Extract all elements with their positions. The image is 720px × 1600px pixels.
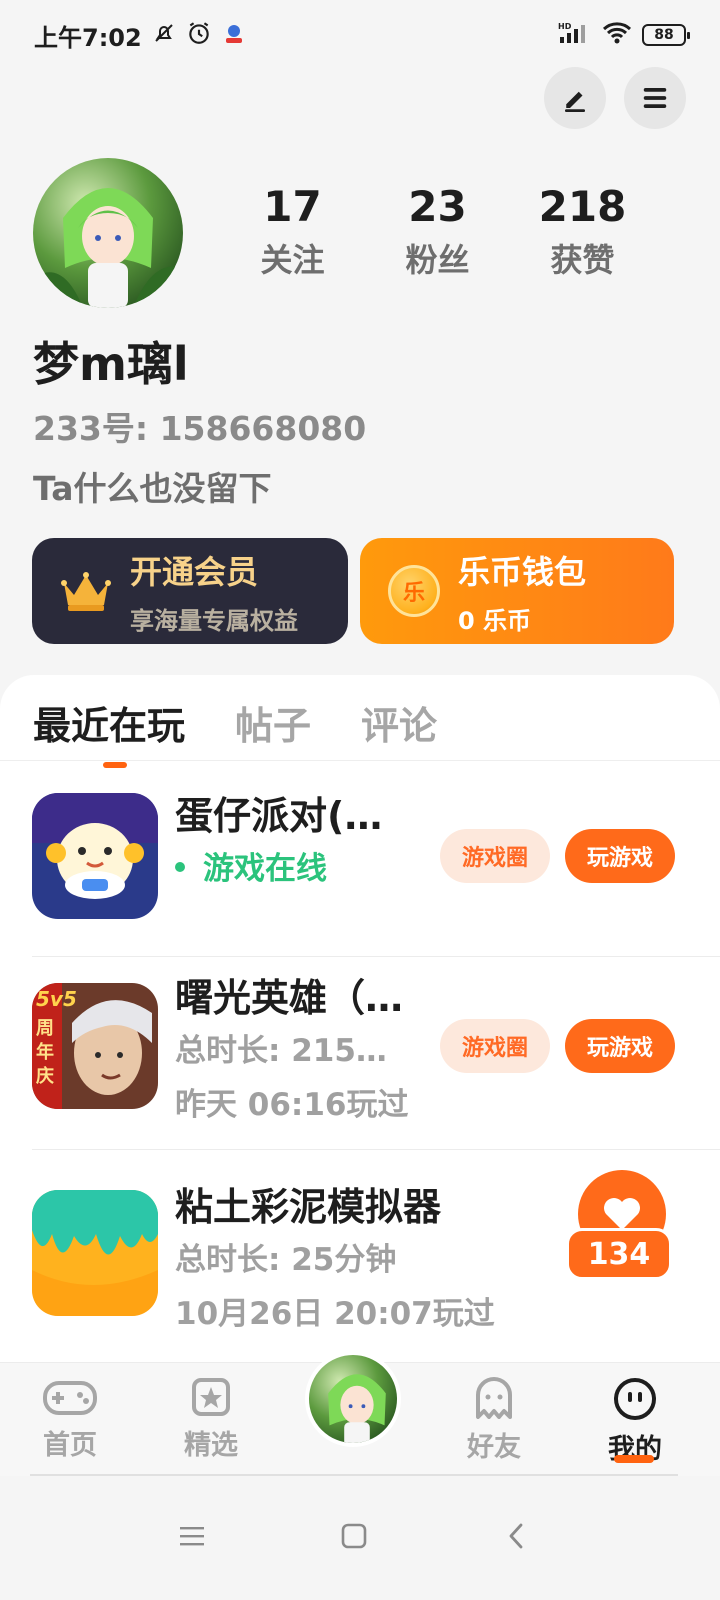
status-right: HD 88: [558, 21, 690, 50]
nav-divider: [30, 1474, 678, 1476]
wallet-card-balance: 0 乐币: [458, 606, 532, 635]
game-duration: 总时长: 215…: [175, 1033, 387, 1069]
vip-card-subtitle: 享海量专属权益: [130, 606, 298, 635]
menu-button[interactable]: [624, 67, 686, 129]
game-icon-banner-text: 周年庆: [36, 1018, 54, 1087]
game-icon-clay-simulator: [32, 1190, 158, 1316]
tab-posts-label: 帖子: [235, 704, 312, 748]
play-game-button[interactable]: 玩游戏: [565, 1019, 675, 1073]
face-icon: [614, 1378, 656, 1420]
nav-center-avatar[interactable]: [305, 1351, 401, 1447]
bottom-nav: 首页 精选 好友 我的: [0, 1351, 720, 1476]
stat-followers[interactable]: 23 粉丝: [365, 182, 510, 281]
ghost-icon: [476, 1377, 512, 1419]
menu-lines-icon: [180, 1527, 204, 1546]
battery-icon: 88: [642, 24, 690, 46]
alarm-icon: [186, 20, 212, 51]
mute-icon: [152, 21, 176, 50]
profile-account-id: 233号: 158668080: [33, 409, 367, 448]
game-title: 粘土彩泥模拟器: [175, 1185, 442, 1229]
game-icon-badge-text: 5v5: [36, 987, 77, 1011]
avatar-illustration: [33, 188, 183, 308]
game-last-played: 昨天 06:16玩过: [175, 1087, 409, 1123]
stat-likes[interactable]: 218 获赞: [510, 182, 655, 281]
stat-likes-label: 获赞: [550, 241, 615, 279]
game-title: 蛋仔派对(…: [175, 794, 383, 838]
stat-likes-count: 218: [538, 182, 627, 231]
star-icon: [192, 1378, 230, 1416]
system-menu-button[interactable]: [162, 1506, 222, 1566]
wallet-card[interactable]: 乐 乐币钱包 0 乐币: [360, 538, 674, 644]
status-left: 上午7:02: [34, 18, 246, 53]
system-nav-bar: [0, 1480, 720, 1600]
game-last-played: 10月26日 20:07玩过: [175, 1296, 495, 1332]
nav-home-label: 首页: [43, 1430, 97, 1461]
profile-nickname: 梦m璃l: [33, 337, 189, 391]
square-icon: [341, 1523, 367, 1549]
nav-featured-label: 精选: [184, 1430, 238, 1461]
tab-recently-played[interactable]: 最近在玩: [33, 695, 185, 768]
vip-card-text: 开通会员 享海量专属权益: [130, 547, 298, 636]
game-row[interactable]: 5v5 周年庆 曙光英雄（… 总时长: 215… 昨天 06:16玩过 游戏圈 …: [32, 943, 720, 1150]
top-actions: [544, 67, 686, 129]
nav-active-indicator: [614, 1455, 654, 1463]
play-game-button[interactable]: 玩游戏: [565, 829, 675, 883]
game-online-status: 游戏在线: [175, 843, 327, 888]
wifi-icon: [602, 21, 632, 50]
game-duration: 总时长: 25分钟: [175, 1242, 397, 1278]
system-back-button[interactable]: [486, 1506, 546, 1566]
game-icon-eggy-party: [32, 793, 158, 919]
tabs-divider: [0, 760, 720, 761]
game-circle-button[interactable]: 游戏圈: [440, 1019, 550, 1073]
profile-stats: 17 关注 23 粉丝 218 获赞: [220, 182, 655, 281]
vip-card-title: 开通会员: [130, 552, 259, 591]
nav-item-mine[interactable]: 我的: [580, 1377, 690, 1466]
coin-glyph: 乐: [388, 565, 440, 617]
pencil-icon: [565, 91, 585, 112]
avatar-illustration: [328, 1374, 386, 1443]
stat-following-label: 关注: [260, 241, 325, 279]
game-row[interactable]: 蛋仔派对(… 游戏在线 游戏圈 玩游戏: [32, 767, 720, 957]
signal-icon: HD: [558, 21, 592, 50]
nav-item-featured[interactable]: 精选: [156, 1377, 266, 1462]
profile-avatar[interactable]: [33, 158, 183, 308]
game-icon-dawn-heroes: 5v5 周年庆: [32, 983, 158, 1109]
crown-icon: [58, 563, 114, 619]
stat-following[interactable]: 17 关注: [220, 182, 365, 281]
stat-followers-count: 23: [408, 182, 467, 231]
content-sheet: 最近在玩 帖子 评论 蛋仔派对(… 游戏在线 游戏圈 玩游戏 5v5 周年庆 曙…: [0, 675, 720, 1375]
game-title: 曙光英雄（…: [175, 976, 404, 1020]
status-bar: 上午7:02 HD 88: [0, 0, 720, 70]
vip-membership-card[interactable]: 开通会员 享海量专属权益: [32, 538, 348, 644]
tab-posts[interactable]: 帖子: [235, 695, 311, 768]
chevron-left-icon: [509, 1523, 523, 1549]
tab-recently-played-label: 最近在玩: [33, 704, 186, 748]
wallet-card-text: 乐币钱包 0 乐币: [458, 547, 586, 636]
nav-item-home[interactable]: 首页: [15, 1377, 125, 1462]
stat-following-count: 17: [263, 182, 322, 231]
app-notification-icon: [222, 21, 246, 50]
menu-icon: [643, 88, 667, 108]
coin-icon: 乐: [386, 563, 442, 619]
profile-tabs: 最近在玩 帖子 评论: [33, 695, 437, 768]
like-count: 134: [566, 1228, 672, 1280]
status-time: 上午7:02: [34, 23, 142, 52]
online-dot-icon: [175, 861, 185, 872]
profile-bio: Ta什么也没留下: [33, 469, 272, 508]
game-circle-button[interactable]: 游戏圈: [440, 829, 550, 883]
gamepad-icon: [43, 1381, 97, 1415]
wallet-card-title: 乐币钱包: [458, 552, 587, 591]
tab-comments-label: 评论: [361, 704, 438, 748]
nav-friends-label: 好友: [467, 1432, 521, 1463]
svg-text:HD: HD: [558, 22, 572, 31]
nav-item-friends[interactable]: 好友: [439, 1377, 549, 1464]
like-badge[interactable]: 134: [566, 1170, 672, 1282]
edit-profile-button[interactable]: [544, 67, 606, 129]
stat-followers-label: 粉丝: [405, 241, 470, 279]
system-home-button[interactable]: [324, 1506, 384, 1566]
tab-comments[interactable]: 评论: [361, 695, 437, 768]
game-online-label: 游戏在线: [203, 851, 327, 887]
